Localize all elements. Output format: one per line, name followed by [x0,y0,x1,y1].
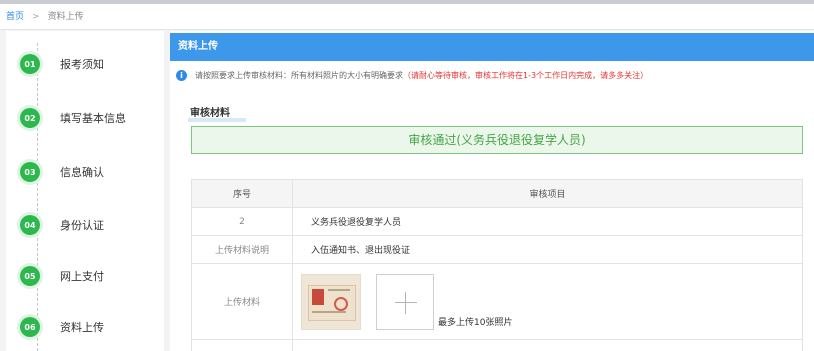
table-key-cell: 上传材料说明 [191,235,293,264]
table-row: 上传材料说明 入伍通知书、退出现役证 [191,235,803,264]
add-photo-button[interactable] [376,273,434,330]
review-table: 序号 审核项目 2 义务兵役退役复学人员 上传材料说明 入伍通知书、退出现役证 … [191,179,803,351]
step-number-badge: 02 [20,108,40,128]
section-title-underline [188,118,246,122]
info-icon: i [176,69,187,81]
table-header-row: 序号 审核项目 [191,179,803,208]
breadcrumb-separator: > [32,12,40,22]
notice-warning: （请耐心等待审核，审核工作将在1-3个工作日内完成，请多多关注） [403,70,649,80]
breadcrumb-current: 资料上传 [47,12,84,22]
step-label: 报考须知 [60,58,104,71]
content-header: 资料上传 [170,33,814,61]
table-key-cell: 2 [191,207,293,236]
review-status-banner: 审核通过(义务兵役退役复学人员) [191,126,803,154]
main-content: 资料上传 i 请按照要求上传审核材料：所有材料照片的大小有明确要求 （请耐心等待… [170,31,814,351]
stamp-icon [334,296,348,311]
step-label: 信息确认 [60,166,104,179]
step-label: 身份认证 [60,219,104,232]
upload-row: 上传材料 最多上传10张照片 [191,263,803,340]
step-item-payment[interactable]: 05 网上支付 [20,265,104,287]
step-number-badge: 04 [20,215,40,235]
upload-cell: 最多上传10张照片 [292,263,803,340]
step-sidebar: 01 报考须知 02 填写基本信息 03 信息确认 04 身份认证 05 网上支… [6,31,164,351]
table-header-cell: 序号 [191,179,293,208]
table-value-cell: 入伍通知书、退出现役证 [292,235,803,264]
table-value-cell: 义务兵役退役复学人员 [292,207,803,236]
step-item-upload[interactable]: 06 资料上传 [20,316,104,338]
document-text-line [312,310,346,313]
document-text-line [328,288,350,291]
step-label: 资料上传 [60,321,104,334]
section-title: 审核材料 [190,108,230,119]
step-connector-line [37,43,38,351]
breadcrumb-home-link[interactable]: 首页 [6,12,24,22]
step-label: 填写基本信息 [60,112,126,125]
notice-text: 请按照要求上传审核材料：所有材料照片的大小有明确要求 [195,70,403,80]
upload-area: 最多上传10张照片 [293,273,802,330]
breadcrumb: 首页 > 资料上传 [0,4,814,30]
step-item-notice[interactable]: 01 报考须知 [20,53,104,75]
uploaded-photo-thumbnail[interactable] [301,273,361,330]
step-item-confirm[interactable]: 03 信息确认 [20,161,104,183]
table-key-cell [191,339,293,351]
upload-hint: 最多上传10张照片 [438,317,513,328]
step-number-badge: 01 [20,54,40,74]
table-row: 2 义务兵役退役复学人员 [191,207,803,236]
upload-label-cell: 上传材料 [191,263,293,340]
step-label: 网上支付 [60,270,104,283]
step-number-badge: 06 [20,317,40,337]
table-row [191,339,803,351]
table-value-cell [292,339,803,351]
table-header-cell: 审核项目 [292,179,803,208]
notice-bar: i 请按照要求上传审核材料：所有材料照片的大小有明确要求 （请耐心等待审核，审核… [176,68,814,82]
step-number-badge: 05 [20,266,40,286]
id-photo [312,288,324,305]
step-item-identity[interactable]: 04 身份认证 [20,214,104,236]
step-item-basic-info[interactable]: 02 填写基本信息 [20,107,126,129]
step-number-badge: 03 [20,162,40,182]
